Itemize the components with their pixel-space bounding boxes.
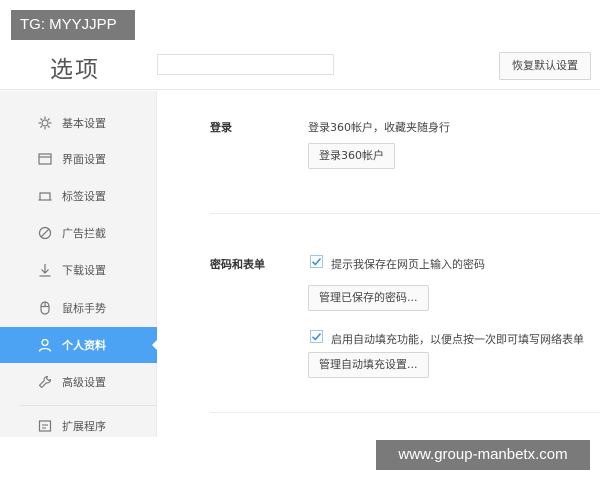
sidebar-item-label: 鼠标手势	[62, 302, 106, 315]
sidebar-item-mouse-gestures[interactable]: 鼠标手势	[0, 290, 157, 326]
sidebar-item-tabs[interactable]: 标签设置	[0, 178, 157, 214]
login-description: 登录360帐户，收藏夹随身行	[308, 121, 450, 134]
mouse-icon	[38, 301, 52, 315]
settings-content: 登录 登录360帐户，收藏夹随身行 登录360帐户 密码和表单 提示我保存在网页…	[158, 91, 600, 440]
sidebar-item-label: 基本设置	[62, 117, 106, 130]
sidebar-divider	[20, 405, 157, 406]
password-section-label: 密码和表单	[210, 258, 265, 271]
watermark-overlay: www.group-manbetx.com	[376, 440, 590, 470]
block-icon	[38, 226, 52, 240]
sidebar-item-label: 下载设置	[62, 264, 106, 277]
section-divider	[210, 213, 600, 214]
page-title: 选项	[50, 57, 100, 83]
sidebar-item-download[interactable]: 下载设置	[0, 252, 157, 288]
sidebar-item-profile[interactable]: 个人资料	[0, 327, 158, 363]
sidebar-item-interface[interactable]: 界面设置	[0, 141, 157, 177]
autofill-checkbox[interactable]	[310, 330, 323, 343]
wrench-icon	[38, 375, 52, 389]
sidebar-item-label: 扩展程序	[62, 420, 106, 433]
sidebar-item-label: 广告拦截	[62, 227, 106, 240]
restore-defaults-button[interactable]: 恢复默认设置	[499, 52, 591, 80]
checkmark-icon	[311, 332, 322, 341]
sidebar-item-label: 个人资料	[62, 339, 106, 352]
sidebar-item-label: 界面设置	[62, 153, 106, 166]
extension-icon	[38, 419, 52, 433]
autofill-label: 启用自动填充功能，以便点按一次即可填写网络表单	[331, 333, 584, 346]
manage-autofill-button[interactable]: 管理自动填充设置...	[308, 352, 429, 378]
sidebar: 基本设置 界面设置 标签设置 广告拦截 下载设置 鼠标手势 个人资料 高级设置 …	[0, 91, 158, 437]
sidebar-item-advanced[interactable]: 高级设置	[0, 364, 157, 400]
window-icon	[38, 152, 52, 166]
gear-icon	[38, 116, 52, 130]
download-icon	[38, 263, 52, 277]
checkmark-icon	[311, 257, 322, 266]
sidebar-item-basic[interactable]: 基本设置	[0, 105, 157, 141]
sidebar-item-extensions[interactable]: 扩展程序	[0, 408, 157, 444]
options-header: 选项 恢复默认设置	[0, 42, 600, 90]
manage-passwords-button[interactable]: 管理已保存的密码...	[308, 285, 429, 311]
tag-overlay: TG: MYYJJPP	[11, 10, 135, 40]
login-section-label: 登录	[210, 121, 232, 134]
tab-icon	[38, 189, 52, 203]
section-divider	[210, 412, 600, 413]
user-icon	[38, 338, 52, 352]
sidebar-item-label: 高级设置	[62, 376, 106, 389]
sidebar-item-adblock[interactable]: 广告拦截	[0, 215, 157, 251]
sidebar-item-label: 标签设置	[62, 190, 106, 203]
save-password-checkbox[interactable]	[310, 255, 323, 268]
search-input[interactable]	[157, 54, 334, 75]
save-password-label: 提示我保存在网页上输入的密码	[331, 258, 485, 271]
login-360-button[interactable]: 登录360帐户	[308, 143, 395, 169]
